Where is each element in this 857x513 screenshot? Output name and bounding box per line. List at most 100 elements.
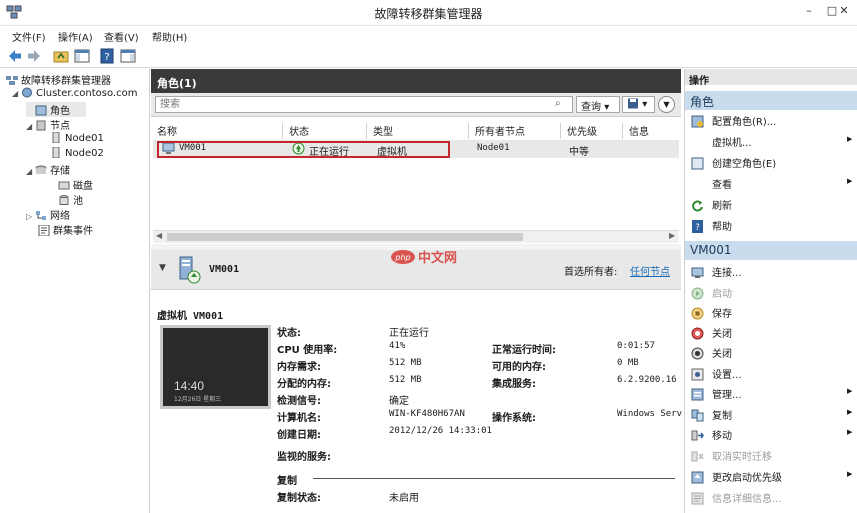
preferred-owners-link[interactable]: 任何节点 xyxy=(630,263,670,278)
action-manage[interactable]: 管理... ▶ xyxy=(691,386,852,402)
action-replication[interactable]: 复制 ▶ xyxy=(691,407,852,423)
tree-item-nodes[interactable]: ◢ 节点 xyxy=(26,117,70,132)
toolbar: ? xyxy=(0,44,857,68)
show-hide-console-tree-icon[interactable] xyxy=(73,47,91,65)
prop-value: 512 MB xyxy=(389,358,422,368)
up-folder-icon[interactable] xyxy=(52,47,70,65)
action-label: 设置... xyxy=(712,370,742,381)
action-shut-down[interactable]: 关闭 xyxy=(691,345,732,361)
tree-label: 节点 xyxy=(50,121,70,132)
prop-label: 计算机名: xyxy=(277,413,321,424)
shutdown-icon xyxy=(691,347,704,360)
close-button[interactable]: ✕ xyxy=(833,3,855,19)
prop-label: 监视的服务: xyxy=(277,452,331,463)
tree-item-pools[interactable]: 池 xyxy=(58,192,83,207)
menu-view[interactable]: 查看(V) xyxy=(104,29,139,44)
tree-label: 群集事件 xyxy=(53,226,93,237)
preferred-owners-label: 首选所有者: xyxy=(564,267,618,278)
action-label: 更改启动优先级 xyxy=(712,473,782,484)
configure-role-icon xyxy=(691,115,704,128)
menu-action[interactable]: 操作(A) xyxy=(58,29,93,44)
scroll-left-icon[interactable]: ◀ xyxy=(156,231,162,240)
title-bar: 故障转移群集管理器 – □ ✕ xyxy=(0,0,857,26)
help-icon[interactable]: ? xyxy=(98,47,116,65)
action-virtual-machines[interactable]: 虚拟机... ▶ xyxy=(691,134,852,150)
tree-item-root[interactable]: 故障转移群集管理器 xyxy=(6,72,111,87)
expand-icon[interactable]: ▷ xyxy=(26,212,35,221)
action-settings[interactable]: 设置... xyxy=(691,366,742,382)
action-turn-off[interactable]: 关闭 xyxy=(691,325,732,341)
action-change-startup-priority[interactable]: 更改启动优先级 ▶ xyxy=(691,469,852,485)
prop-label: 检测信号: xyxy=(277,396,321,407)
tree-item-node01[interactable]: Node01 xyxy=(50,132,104,147)
collapse-icon[interactable]: ◢ xyxy=(26,167,35,176)
action-save[interactable]: 保存 xyxy=(691,305,732,321)
action-start[interactable]: 启动 xyxy=(691,285,732,301)
menu-file[interactable]: 文件(F) xyxy=(12,29,46,44)
action-label: 帮助 xyxy=(712,222,732,233)
minimize-button[interactable]: – xyxy=(798,3,820,19)
tree-item-storage[interactable]: ◢ 存储 xyxy=(26,162,70,177)
action-label: 关闭 xyxy=(712,329,732,340)
column-header-priority[interactable]: 优先级 xyxy=(561,123,623,139)
action-label: 虚拟机... xyxy=(712,138,752,149)
actions-pane: 操作 角色 配置角色(R)... 虚拟机... ▶ 创建空角色(E) 查看 ▶ 刷新… xyxy=(684,69,857,513)
scroll-right-icon[interactable]: ▶ xyxy=(669,231,675,240)
priority-icon xyxy=(691,471,704,484)
actions-section-roles[interactable]: 角色 xyxy=(685,91,857,110)
scroll-thumb[interactable] xyxy=(167,233,523,241)
tree-item-disks[interactable]: 磁盘 xyxy=(58,177,93,192)
vm-thumbnail[interactable]: 14:40 12月26日 星期三 xyxy=(160,325,271,409)
cluster-manager-icon xyxy=(6,76,18,85)
forward-arrow-icon[interactable] xyxy=(25,47,43,65)
collapse-icon[interactable]: ◢ xyxy=(26,122,35,131)
action-configure-role[interactable]: 配置角色(R)... xyxy=(691,113,776,129)
prop-value: 512 MB xyxy=(389,375,422,385)
collapse-icon[interactable]: ◢ xyxy=(12,89,21,98)
action-help[interactable]: ? 帮助 xyxy=(691,218,732,234)
action-cancel-live-migration[interactable]: 取消实时迁移 xyxy=(691,448,772,464)
show-hide-action-pane-icon[interactable] xyxy=(119,47,137,65)
collapse-icon[interactable]: ▼ xyxy=(658,96,675,113)
server-icon xyxy=(52,147,60,158)
search-icon[interactable]: ⌕ xyxy=(555,98,561,109)
nodes-icon xyxy=(36,120,46,131)
column-header-info[interactable]: 信息 xyxy=(623,123,679,139)
column-header-name[interactable]: 名称 xyxy=(151,123,283,139)
power-off-icon xyxy=(691,327,704,340)
action-view[interactable]: 查看 ▶ xyxy=(691,176,852,192)
tree-label: 存储 xyxy=(50,166,70,177)
action-connect[interactable]: 连接... xyxy=(691,264,742,280)
tree-item-roles[interactable]: 角色 xyxy=(26,102,86,117)
virtual-machine-icon xyxy=(179,256,201,284)
submenu-arrow-icon: ▶ xyxy=(847,135,853,143)
tree-item-cluster-events[interactable]: 群集事件 xyxy=(38,222,93,237)
collapse-icon[interactable]: ▼ xyxy=(159,263,166,273)
search-input[interactable] xyxy=(155,96,573,113)
action-refresh[interactable]: 刷新 xyxy=(691,197,732,213)
action-label: 配置角色(R)... xyxy=(712,117,777,128)
menu-help[interactable]: 帮助(H) xyxy=(152,29,187,44)
action-label: 关闭 xyxy=(712,349,732,360)
tree-item-node02[interactable]: Node02 xyxy=(50,147,104,162)
save-query-dropdown[interactable]: ▾ xyxy=(622,96,655,113)
actions-section-vm[interactable]: VM001 xyxy=(685,241,857,260)
cell-priority: 中等 xyxy=(569,147,589,158)
query-dropdown[interactable]: 查询 ▾ xyxy=(576,96,620,113)
column-header-type[interactable]: 类型 xyxy=(367,123,469,139)
action-create-empty-role[interactable]: 创建空角色(E) xyxy=(691,155,776,171)
column-header-status[interactable]: 状态 xyxy=(283,123,367,139)
submenu-arrow-icon: ▶ xyxy=(847,470,853,478)
blank-icon xyxy=(691,136,704,149)
tree-item-cluster[interactable]: ◢ Cluster.contoso.com xyxy=(12,87,137,102)
action-move[interactable]: 移动 ▶ xyxy=(691,427,852,443)
tree-label: 网络 xyxy=(50,211,70,222)
manage-icon xyxy=(691,388,704,401)
horizontal-scrollbar[interactable]: ◀ ▶ xyxy=(153,230,679,243)
blank-icon xyxy=(691,178,704,191)
action-information-details[interactable]: 信息详细信息... xyxy=(691,490,782,506)
tree-item-networks[interactable]: ▷ 网络 xyxy=(26,207,70,222)
pool-icon xyxy=(59,195,69,205)
back-arrow-icon[interactable] xyxy=(6,47,24,65)
column-header-owner[interactable]: 所有者节点 xyxy=(469,123,561,139)
